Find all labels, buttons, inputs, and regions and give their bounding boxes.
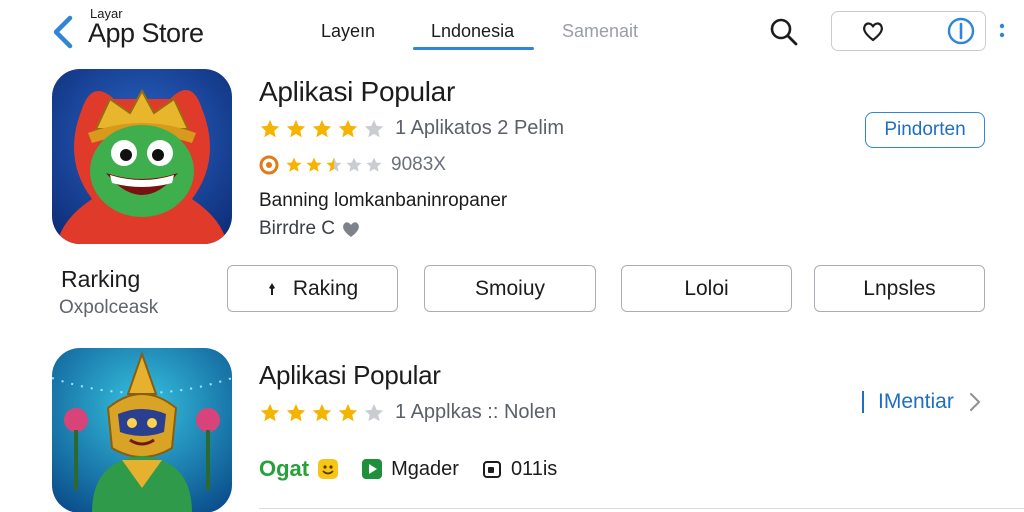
tab-layein[interactable]: Layeın [321, 21, 375, 42]
star-filled-icon [260, 119, 280, 137]
star-filled-icon [306, 157, 322, 172]
top-bar: Layar App Store Layeın Lndonesia Samenai… [0, 0, 1024, 64]
chip-ranking[interactable]: Raking [227, 265, 398, 312]
app-subtitle: Birrdre C [259, 218, 361, 240]
secondary-rating: 9083X [259, 154, 446, 176]
search-icon[interactable] [768, 16, 800, 48]
more-vertical-icon[interactable] [998, 20, 1006, 42]
star-filled-icon [338, 403, 358, 421]
star-empty-icon [346, 157, 362, 172]
link-bar [862, 391, 864, 413]
chip-label: Loloi [684, 276, 729, 300]
chip-label: Smoiuy [474, 276, 546, 300]
chip-label: Lnpsles [863, 276, 936, 300]
tab-samenait[interactable]: Samenait [562, 21, 638, 42]
meta-label: Mgader [391, 457, 459, 480]
chip-lnpsles[interactable]: Lnpsles [814, 265, 985, 312]
star-filled-icon [286, 119, 306, 137]
app-rating: 1 Applkas :: Nolen [259, 401, 556, 424]
app-meta-row: Ogat Mgader 011is [259, 456, 557, 482]
app-icon-warrior[interactable] [52, 348, 232, 512]
rating-count: 1 Aplikatos 2 Pelim [395, 117, 564, 139]
device-icon [482, 461, 501, 478]
app-action-button[interactable]: Pindorten [865, 112, 985, 148]
see-more-label: IMentiar [878, 390, 954, 413]
star-filled-icon [312, 403, 332, 421]
store-title: App Store [88, 18, 204, 48]
rating-count: 1 Applkas :: Nolen [395, 401, 557, 423]
ranking-subheading: Oxpolceask [59, 297, 159, 318]
heart-icon[interactable] [860, 18, 886, 44]
secondary-rating-count: 9083X [391, 154, 446, 175]
star-empty-icon [364, 403, 384, 421]
star-half-icon [326, 157, 342, 172]
star-empty-icon [364, 119, 384, 137]
star-empty-icon [366, 157, 382, 172]
section-divider [259, 508, 1024, 509]
app-title: Aplikasi Popular [259, 76, 455, 107]
chip-label: Raking [292, 276, 359, 300]
meta-gat-label: Ogat [259, 456, 310, 481]
info-icon[interactable] [946, 16, 976, 46]
see-more-link[interactable]: IMentiar [862, 390, 982, 414]
app-title: Aplikasi Popular [259, 360, 441, 390]
app-description: Banning lomkanbaninropaner [259, 190, 508, 211]
active-tab-indicator [413, 47, 534, 50]
play-icon [362, 459, 383, 479]
chip-smoiuy[interactable]: Smoiuy [424, 265, 596, 312]
app-icon-creature[interactable] [52, 69, 232, 244]
chevron-right-icon [969, 393, 981, 411]
star-filled-icon [286, 157, 302, 172]
chip-loloi[interactable]: Loloi [621, 265, 792, 312]
star-filled-icon [286, 403, 306, 421]
pin-icon [268, 282, 275, 295]
app-rating: 1 Aplikatos 2 Pelim [259, 117, 564, 140]
tab-indonesia[interactable]: Lndonesia [431, 21, 514, 42]
star-filled-icon [260, 403, 280, 421]
ranking-heading: Rarking [61, 266, 141, 292]
back-chevron-icon[interactable] [50, 14, 76, 50]
star-filled-icon [312, 119, 332, 137]
meta-count: 011is [510, 457, 558, 480]
smile-icon [318, 459, 339, 479]
heart-filled-icon [343, 222, 359, 237]
app-subtitle-text: Birrdre C [259, 218, 336, 239]
star-filled-icon [338, 119, 358, 137]
badge-icon [259, 155, 279, 175]
